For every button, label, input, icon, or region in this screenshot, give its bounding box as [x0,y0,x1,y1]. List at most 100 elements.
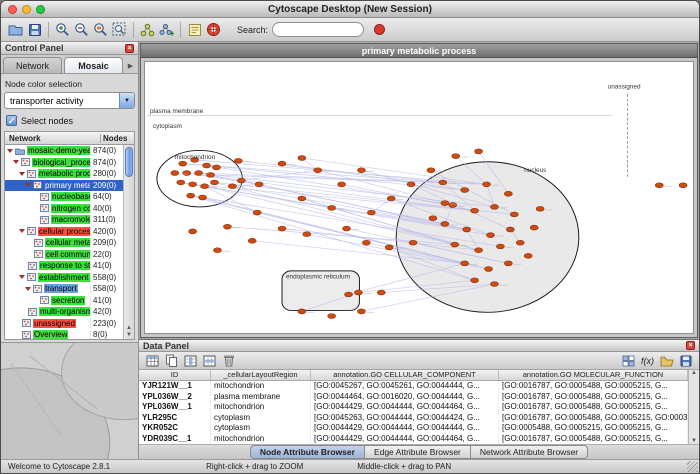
zoom-fit-icon[interactable] [110,20,129,39]
matrix-icon[interactable] [619,351,638,370]
tab-mosaic[interactable]: Mosaic [64,57,123,73]
table-cell[interactable]: YDR039C__1 [139,434,211,445]
column-header[interactable]: _cellularLayoutRegion [211,370,311,380]
graph-node[interactable] [228,184,236,189]
tree-scrollbar[interactable]: ▲▼ [123,145,134,339]
graph-node[interactable] [496,244,504,249]
tree-scrollbar-arrows[interactable]: ▲▼ [124,325,134,339]
table-cell[interactable]: mitochondrion [211,434,311,445]
table-cell[interactable]: [GO:0016787, GO:0005488, GO:0005215, GO:… [499,413,688,424]
expand-arrow-icon[interactable] [25,183,31,187]
graph-node[interactable] [504,261,512,266]
graph-node[interactable] [490,204,498,209]
column-header[interactable]: annotation.GO MOLECULAR_FUNCTION [499,370,688,380]
table-cell[interactable]: YPL036W__1 [139,402,211,413]
table-cell[interactable]: [GO:0016787, GO:0005488, GO:0005215, G..… [499,434,688,445]
graph-node[interactable] [451,242,459,247]
graph-node[interactable] [328,314,336,319]
graph-node[interactable] [510,212,518,217]
save-table-icon[interactable] [676,351,695,370]
graph-node[interactable] [343,226,351,231]
search-input[interactable] [272,22,364,37]
table-cell[interactable]: [GO:0045267, GO:0045261, GO:0044444, G..… [311,381,499,392]
table-row[interactable]: YPL036W__1mitochondrion[GO:0044429, GO:0… [139,402,688,413]
graph-node[interactable] [655,183,663,188]
tab-node-attribute-browser[interactable]: Node Attribute Browser [250,445,365,459]
tree-row[interactable]: nucleobase...64(0) [5,191,123,203]
graph-node[interactable] [441,221,449,226]
graph-node[interactable] [504,191,512,196]
graph-node[interactable] [516,240,524,245]
node-color-dropdown[interactable]: transporter activity ▼ [4,92,135,109]
expand-arrow-icon[interactable] [19,275,25,279]
graph-node[interactable] [463,227,471,232]
graph-node[interactable] [177,180,185,185]
expand-arrow-icon[interactable] [25,287,31,291]
tree-row[interactable]: macromolecule...311(0) [5,214,123,226]
tree-row[interactable]: mosaic-demo-yeast874(0) [5,145,123,157]
graph-node[interactable] [483,182,491,187]
tree-row[interactable]: metabolic process280(0) [5,168,123,180]
table-icon[interactable] [143,351,162,370]
graph-node[interactable] [207,172,215,177]
graph-node[interactable] [183,171,191,176]
table-cell[interactable]: [GO:0005488, GO:0005215, GO:0005215, G..… [499,423,688,434]
tree-header-nodes[interactable]: Nodes [100,134,134,143]
graph-node[interactable] [530,225,538,230]
graph-node[interactable] [248,238,256,243]
graph-node[interactable] [338,182,346,187]
graph-node[interactable] [357,309,365,314]
close-window-button[interactable] [8,5,17,14]
table-cell[interactable]: plasma membrane [211,392,311,403]
graph-node[interactable] [449,203,457,208]
graph-node[interactable] [211,180,219,185]
graph-node[interactable] [171,171,179,176]
table-cell[interactable]: [GO:0016787, GO:0005488, GO:0005215, G..… [499,381,688,392]
graph-node[interactable] [490,282,498,287]
graph-node[interactable] [278,161,286,166]
graph-node[interactable] [409,240,417,245]
tree-row[interactable]: response to stimu...41(0) [5,260,123,272]
graph-node[interactable] [213,165,221,170]
graph-node[interactable] [471,278,479,283]
graph-node[interactable] [471,208,479,213]
table-cell[interactable]: [GO:0016787, GO:0005488, GO:0005215, G..… [499,402,688,413]
graph-node[interactable] [524,253,532,258]
graph-node[interactable] [439,180,447,185]
graph-node[interactable] [354,290,362,295]
save-icon[interactable] [25,20,44,39]
tree-row[interactable]: Overview8(0) [5,329,123,339]
table-cell[interactable]: [GO:0016787, GO:0005488, GO:0005215, G..… [499,392,688,403]
plugins-icon[interactable] [204,20,223,39]
graph-node[interactable] [237,178,245,183]
zoom-out-icon[interactable] [72,20,91,39]
graph-node[interactable] [201,184,209,189]
table-cell[interactable]: [GO:0044429, GO:0044444, GO:0044464, G..… [311,434,499,445]
table-cell[interactable]: cytoplasm [211,423,311,434]
graph-node[interactable] [179,161,187,166]
network-canvas[interactable]: plasma membranecytoplasmmitochondrionnuc… [144,61,694,334]
table-cell[interactable]: YPL036W__2 [139,392,211,403]
network-window-title[interactable]: primary metabolic process [141,44,697,58]
graph-node[interactable] [385,245,393,250]
search-clear-icon[interactable] [370,20,389,39]
table-cell[interactable]: YKR052C [139,423,211,434]
close-panel-icon[interactable]: × [125,44,134,53]
graph-node[interactable] [303,232,311,237]
graph-node[interactable] [506,227,514,232]
table-row[interactable]: YKR052Ccytoplasm[GO:0044429, GO:0044444,… [139,423,688,434]
graph-node[interactable] [298,196,306,201]
tab-network-attribute-browser[interactable]: Network Attribute Browser [471,445,588,459]
graph-node[interactable] [189,229,197,234]
graph-node[interactable] [475,149,483,154]
graph-node[interactable] [357,168,365,173]
graph-node[interactable] [345,292,353,297]
graph-node[interactable] [407,182,415,187]
tree-row[interactable]: primary metabo...209(0) [5,180,123,192]
graph-node[interactable] [461,188,469,193]
table-cell[interactable]: [GO:0045263, GO:0044444, GO:0044424, G..… [311,413,499,424]
table-cell[interactable]: mitochondrion [211,381,311,392]
graph-node[interactable] [298,309,306,314]
table-row[interactable]: YJR121W__1mitochondrion[GO:0045267, GO:0… [139,381,688,392]
titlebar[interactable]: Cytoscape Desktop (New Session) [1,1,699,18]
